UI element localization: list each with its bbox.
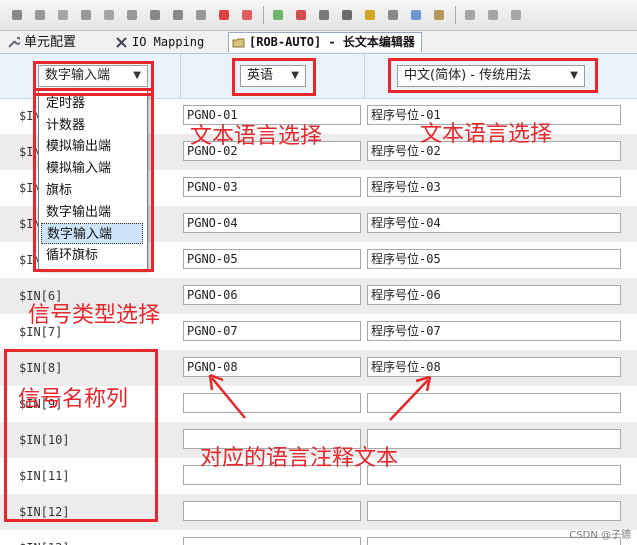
toolbar-separator	[263, 6, 264, 24]
tab-unit-config[interactable]: 单元配置	[4, 33, 82, 52]
save-icon[interactable]	[194, 8, 208, 22]
flag-icon[interactable]	[271, 8, 285, 22]
chinese-text-field[interactable]	[367, 465, 621, 485]
signal-name: $IN[13]	[19, 530, 70, 545]
chinese-text-field[interactable]: 程序号位-04	[367, 213, 621, 233]
variable-icon[interactable]	[363, 8, 377, 22]
english-text-field[interactable]: PGNO-04	[183, 213, 361, 233]
english-text-field[interactable]: PGNO-05	[183, 249, 361, 269]
english-text-field[interactable]	[183, 537, 361, 545]
chinese-text-field[interactable]: 程序号位-07	[367, 321, 621, 341]
arrow-right	[389, 375, 432, 421]
annotation-box-dropdown	[33, 88, 154, 272]
chinese-text-field[interactable]	[367, 501, 621, 521]
cut-icon[interactable]	[317, 8, 331, 22]
settings-icon[interactable]	[125, 8, 139, 22]
play-icon[interactable]	[33, 8, 47, 22]
toolbar-separator	[455, 6, 456, 24]
arrow-left	[208, 373, 246, 419]
wrench-icon[interactable]	[10, 8, 24, 22]
chinese-text-field[interactable]: 程序号位-03	[367, 177, 621, 197]
english-text-field[interactable]: PGNO-03	[183, 177, 361, 197]
pause-icon[interactable]	[56, 8, 70, 22]
folder-icon	[232, 36, 245, 49]
tab-io-mapping[interactable]: IO Mapping	[112, 33, 210, 52]
chinese-text-field[interactable]	[367, 429, 621, 449]
chinese-text-field[interactable]: 程序号位-05	[367, 249, 621, 269]
annotation-signal-type: 信号类型选择	[28, 303, 161, 328]
tab-label: IO Mapping	[132, 35, 205, 49]
network-icon[interactable]	[171, 8, 185, 22]
record-icon[interactable]	[217, 8, 231, 22]
tab-long-text-editor[interactable]: [ROB-AUTO] - 长文本编辑器	[228, 32, 422, 52]
annotation-lang-select-1: 文本语言选择	[190, 124, 323, 149]
toolbar	[0, 0, 637, 31]
book-icon[interactable]	[409, 8, 423, 22]
chinese-text-field[interactable]: 程序号位-06	[367, 285, 621, 305]
annotation-lang-select-2: 文本语言选择	[420, 122, 553, 147]
annotation-box-language2	[388, 58, 598, 93]
edit-icon[interactable]	[386, 8, 400, 22]
tool-icon[interactable]	[486, 8, 500, 22]
annotation-signal-name-col: 信号名称列	[18, 387, 129, 412]
scissors-icon	[115, 36, 128, 49]
robot-arm-icon[interactable]	[240, 8, 254, 22]
english-text-field[interactable]: PGNO-07	[183, 321, 361, 341]
doc-icon[interactable]	[148, 8, 162, 22]
module-icon[interactable]	[432, 8, 446, 22]
gear-icon[interactable]	[463, 8, 477, 22]
annotation-box-signal-name-col	[4, 349, 158, 522]
annotation-comment-text: 对应的语言注释文本	[200, 446, 399, 471]
tab-label: 单元配置	[24, 35, 77, 50]
tab-bar: 单元配置 IO Mapping [ROB-AUTO] - 长文本编辑器	[0, 31, 637, 54]
step-icon[interactable]	[79, 8, 93, 22]
stop-icon[interactable]	[102, 8, 116, 22]
annotation-box-language	[232, 58, 316, 96]
search-icon[interactable]	[340, 8, 354, 22]
watermark: CSDN @子德	[569, 530, 631, 541]
target-icon[interactable]	[294, 8, 308, 22]
table-row: $IN[13]	[0, 530, 637, 545]
english-text-field[interactable]: PGNO-06	[183, 285, 361, 305]
tab-label: [ROB-AUTO] - 长文本编辑器	[249, 35, 415, 49]
wrench-icon	[7, 36, 22, 49]
grid-icon[interactable]	[509, 8, 523, 22]
english-text-field[interactable]	[183, 501, 361, 521]
